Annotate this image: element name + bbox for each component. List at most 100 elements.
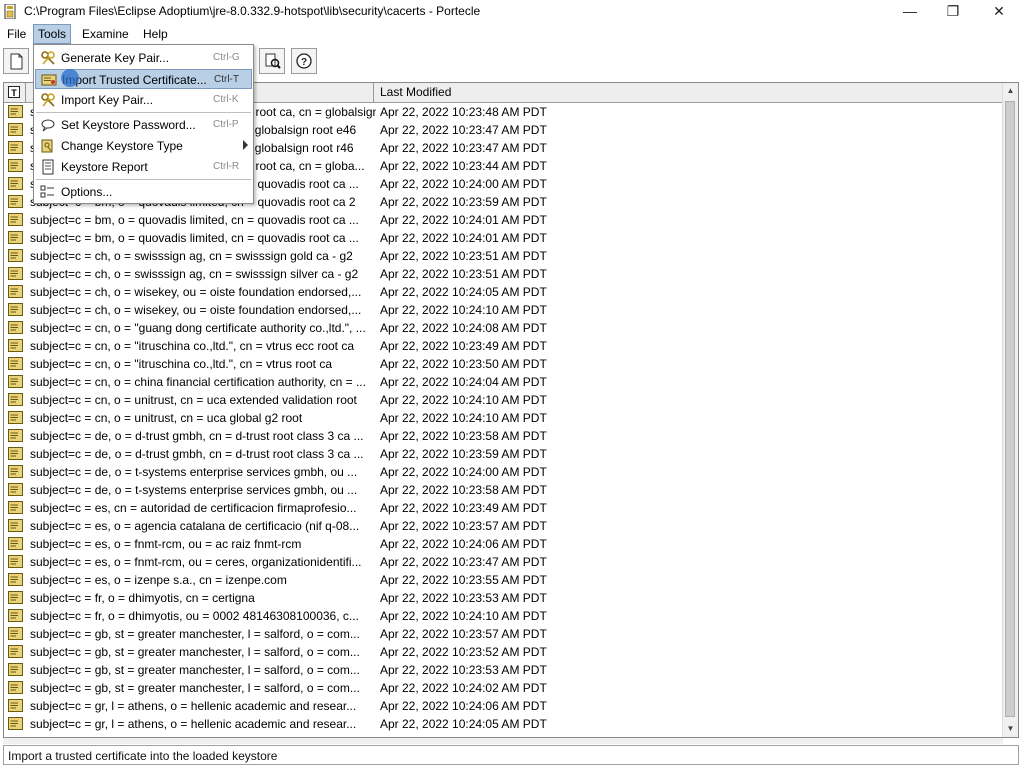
last-modified-cell: Apr 22, 2022 10:24:08 AM PDT (380, 321, 547, 335)
menu-tools[interactable]: Tools (33, 24, 72, 44)
vertical-scrollbar[interactable]: ▲ ▼ (1002, 83, 1018, 737)
table-row[interactable]: subject=c = gb, st = greater manchester,… (4, 625, 1004, 643)
scroll-up-arrow[interactable]: ▲ (1003, 83, 1018, 99)
alias-cell: subject=c = de, o = t-systems enterprise… (30, 465, 358, 479)
trusted-certificate-icon (8, 447, 23, 460)
menu-item-generate-key-pair[interactable]: Generate Key Pair... Ctrl-G (35, 48, 252, 68)
trusted-certificate-icon (8, 213, 23, 226)
alias-cell: subject=c = cn, o = china financial cert… (30, 375, 366, 389)
menu-item-set-keystore-password[interactable]: Set Keystore Password... Ctrl-P (35, 115, 252, 135)
table-row[interactable]: subject=c = gr, l = athens, o = hellenic… (4, 697, 1004, 715)
trusted-certificate-icon (8, 645, 23, 658)
table-row[interactable]: subject=c = ch, o = wisekey, ou = oiste … (4, 301, 1004, 319)
menu-item-options[interactable]: Options... (35, 182, 252, 202)
trusted-certificate-icon (8, 231, 23, 244)
table-row[interactable]: subject=c = es, o = izenpe s.a., cn = iz… (4, 571, 1004, 589)
table-row[interactable]: subject=c = ch, o = wisekey, ou = oiste … (4, 283, 1004, 301)
table-row[interactable]: subject=c = es, o = fnmt-rcm, ou = ceres… (4, 553, 1004, 571)
table-row[interactable]: subject=c = fr, o = dhimyotis, cn = cert… (4, 589, 1004, 607)
help-button[interactable]: ? (291, 48, 317, 74)
menu-item-keystore-report[interactable]: Keystore Report Ctrl-R (35, 157, 252, 177)
last-modified-cell: Apr 22, 2022 10:24:05 AM PDT (380, 717, 547, 731)
table-row[interactable]: subject=c = fr, o = dhimyotis, ou = 0002… (4, 607, 1004, 625)
last-modified-column-header[interactable]: Last Modified (374, 83, 1004, 102)
table-row[interactable]: subject=c = gb, st = greater manchester,… (4, 661, 1004, 679)
trusted-certificate-icon (8, 465, 23, 478)
scroll-thumb[interactable] (1005, 101, 1015, 717)
table-row[interactable]: subject=c = cn, o = "guang dong certific… (4, 319, 1004, 337)
last-modified-cell: Apr 22, 2022 10:24:00 AM PDT (380, 465, 547, 479)
alias-cell: subject=c = bm, o = quovadis limited, cn… (30, 213, 359, 227)
minimize-button[interactable]: — (887, 0, 933, 22)
new-keystore-button[interactable] (3, 48, 29, 74)
report-icon (42, 159, 54, 175)
trusted-certificate-icon (8, 393, 23, 406)
horizontal-scrollbar[interactable] (3, 738, 1003, 744)
set-keystore-password-shortcut: Ctrl-P (213, 119, 239, 130)
table-row[interactable]: subject=c = bm, o = quovadis limited, cn… (4, 211, 1004, 229)
table-row[interactable]: subject=c = de, o = t-systems enterprise… (4, 481, 1004, 499)
last-modified-cell: Apr 22, 2022 10:23:57 AM PDT (380, 627, 547, 641)
password-icon (41, 119, 55, 132)
trusted-certificate-icon (8, 375, 23, 388)
last-modified-cell: Apr 22, 2022 10:24:06 AM PDT (380, 537, 547, 551)
last-modified-cell: Apr 22, 2022 10:24:10 AM PDT (380, 609, 547, 623)
table-row[interactable]: subject=c = de, o = d-trust gmbh, cn = d… (4, 445, 1004, 463)
alias-cell: subject=c = bm, o = quovadis limited, cn… (30, 231, 359, 245)
trusted-certificate-icon (8, 537, 23, 550)
alias-cell: subject=c = fr, o = dhimyotis, cn = cert… (30, 591, 255, 605)
table-row[interactable]: subject=c = ch, o = swisssign ag, cn = s… (4, 265, 1004, 283)
menu-help[interactable]: Help (139, 25, 172, 43)
close-button[interactable]: ✕ (976, 0, 1022, 22)
help-icon: ? (296, 53, 312, 69)
table-row[interactable]: subject=c = cn, o = unitrust, cn = uca e… (4, 391, 1004, 409)
trusted-certificate-icon (8, 663, 23, 676)
table-row[interactable]: subject=c = de, o = d-trust gmbh, cn = d… (4, 427, 1004, 445)
table-row[interactable]: subject=c = es, o = fnmt-rcm, ou = ac ra… (4, 535, 1004, 553)
menu-item-change-keystore-type[interactable]: Change Keystore Type (35, 136, 252, 156)
last-modified-cell: Apr 22, 2022 10:23:57 AM PDT (380, 519, 547, 533)
table-row[interactable]: subject=c = cn, o = "itruschina co.,ltd.… (4, 337, 1004, 355)
table-row[interactable]: subject=c = cn, o = "itruschina co.,ltd.… (4, 355, 1004, 373)
last-modified-cell: Apr 22, 2022 10:23:55 AM PDT (380, 573, 547, 587)
table-row[interactable]: subject=c = es, o = agencia catalana de … (4, 517, 1004, 535)
trusted-certificate-icon (8, 429, 23, 442)
table-row[interactable]: subject=c = gb, st = greater manchester,… (4, 679, 1004, 697)
table-row[interactable]: subject=c = bm, o = quovadis limited, cn… (4, 229, 1004, 247)
trusted-certificate-icon (8, 555, 23, 568)
alias-cell: subject=c = de, o = t-systems enterprise… (30, 483, 358, 497)
last-modified-cell: Apr 22, 2022 10:23:47 AM PDT (380, 141, 547, 155)
table-row[interactable]: subject=c = de, o = t-systems enterprise… (4, 463, 1004, 481)
type-column-header[interactable]: T (4, 83, 26, 102)
menu-examine[interactable]: Examine (78, 25, 133, 43)
options-label: Options... (61, 185, 113, 199)
table-row[interactable]: subject=c = gb, st = greater manchester,… (4, 643, 1004, 661)
maximize-button[interactable]: ❐ (930, 0, 976, 22)
import-trusted-certificate-label: Import Trusted Certificate... (62, 73, 207, 87)
table-row[interactable]: subject=c = cn, o = unitrust, cn = uca g… (4, 409, 1004, 427)
table-row[interactable]: subject=c = es, cn = autoridad de certif… (4, 499, 1004, 517)
alias-cell: subject=c = fr, o = dhimyotis, ou = 0002… (30, 609, 359, 623)
alias-cell: subject=c = cn, o = "itruschina co.,ltd.… (30, 357, 332, 371)
table-row[interactable]: subject=c = cn, o = china financial cert… (4, 373, 1004, 391)
menu-item-import-key-pair[interactable]: Import Key Pair... Ctrl-K (35, 90, 252, 110)
menu-file[interactable]: File (3, 25, 30, 43)
title-bar: C:\Program Files\Eclipse Adoptium\jre-8.… (0, 0, 1024, 24)
last-modified-cell: Apr 22, 2022 10:23:52 AM PDT (380, 645, 547, 659)
table-row[interactable]: subject=c = ch, o = swisssign ag, cn = s… (4, 247, 1004, 265)
alias-cell: subject=c = gb, st = greater manchester,… (30, 663, 360, 677)
last-modified-cell: Apr 22, 2022 10:24:02 AM PDT (380, 681, 547, 695)
alias-cell: subject=c = gb, st = greater manchester,… (30, 681, 360, 695)
last-modified-cell: Apr 22, 2022 10:24:01 AM PDT (380, 231, 547, 245)
last-modified-cell: Apr 22, 2022 10:24:10 AM PDT (380, 411, 547, 425)
menu-separator (36, 112, 251, 113)
last-modified-cell: Apr 22, 2022 10:23:59 AM PDT (380, 447, 547, 461)
examine-certificate-icon (265, 53, 281, 69)
examine-certificate-button[interactable] (259, 48, 285, 74)
new-keystore-icon (10, 53, 23, 70)
table-row[interactable]: subject=c = gr, l = athens, o = hellenic… (4, 715, 1004, 733)
alias-cell: subject=c = gb, st = greater manchester,… (30, 645, 360, 659)
trusted-certificate-icon (8, 519, 23, 532)
scroll-down-arrow[interactable]: ▼ (1003, 721, 1018, 737)
last-modified-cell: Apr 22, 2022 10:23:59 AM PDT (380, 195, 547, 209)
